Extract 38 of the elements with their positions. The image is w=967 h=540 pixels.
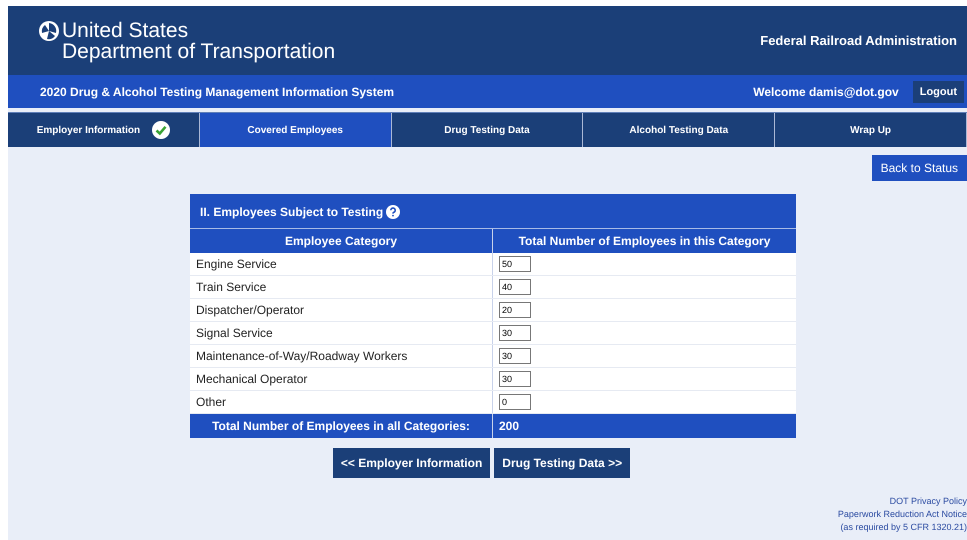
step-tab[interactable]: Drug Testing Data	[392, 113, 584, 147]
system-title: 2020 Drug & Alcohol Testing Management Information System	[40, 84, 394, 98]
count-input[interactable]: 30	[499, 348, 531, 364]
count-input[interactable]: 0	[499, 394, 531, 410]
count-input[interactable]: 30	[499, 325, 531, 341]
count-input[interactable]: 40	[499, 279, 531, 295]
category-cell: Maintenance-of-Way/Roadway Workers	[190, 344, 492, 368]
count-input[interactable]: 30	[499, 371, 531, 387]
category-cell: Dispatcher/Operator	[190, 298, 492, 322]
total-value: 200	[492, 414, 796, 438]
footer-link[interactable]: DOT Privacy Policy	[890, 495, 967, 508]
count-input[interactable]: 20	[499, 302, 531, 318]
footer-link[interactable]: Paperwork Reduction Act Notice	[838, 508, 967, 521]
step-tab[interactable]: Alcohol Testing Data	[583, 113, 776, 147]
back-to-status-button[interactable]: Back to Status	[872, 155, 967, 181]
header-subtitle: Department of Transportation	[62, 40, 336, 62]
footer-note: (as required by 5 CFR 1320.21)	[840, 521, 967, 534]
dot-logo-icon	[38, 20, 60, 42]
nav-button[interactable]: Drug Testing Data >>	[494, 448, 630, 478]
count-input[interactable]: 50	[499, 256, 531, 272]
welcome-text: Welcome damis@dot.gov	[753, 84, 899, 98]
step-tab[interactable]: Wrap Up	[775, 113, 967, 147]
agency-name: Federal Railroad Administration	[760, 33, 957, 48]
category-cell: Engine Service	[190, 253, 492, 276]
step-tab[interactable]: Employer Information	[8, 113, 200, 147]
category-cell: Mechanical Operator	[190, 368, 492, 390]
step-tab[interactable]: Covered Employees	[200, 113, 392, 147]
total-label: Total Number of Employees in all Categories:	[190, 414, 492, 438]
header-title: United States	[62, 20, 190, 40]
category-cell: Train Service	[190, 276, 492, 298]
section-title: II. Employees Subject to Testing	[200, 205, 384, 219]
nav-button[interactable]: << Employer Information	[332, 448, 490, 478]
category-cell: Other	[190, 390, 492, 414]
category-cell: Signal Service	[190, 322, 492, 344]
column-header: Employee Category	[190, 229, 492, 253]
column-header: Total Number of Employees in this Category	[492, 229, 796, 253]
help-icon[interactable]	[386, 205, 400, 219]
logout-button[interactable]: Logout	[912, 80, 964, 102]
